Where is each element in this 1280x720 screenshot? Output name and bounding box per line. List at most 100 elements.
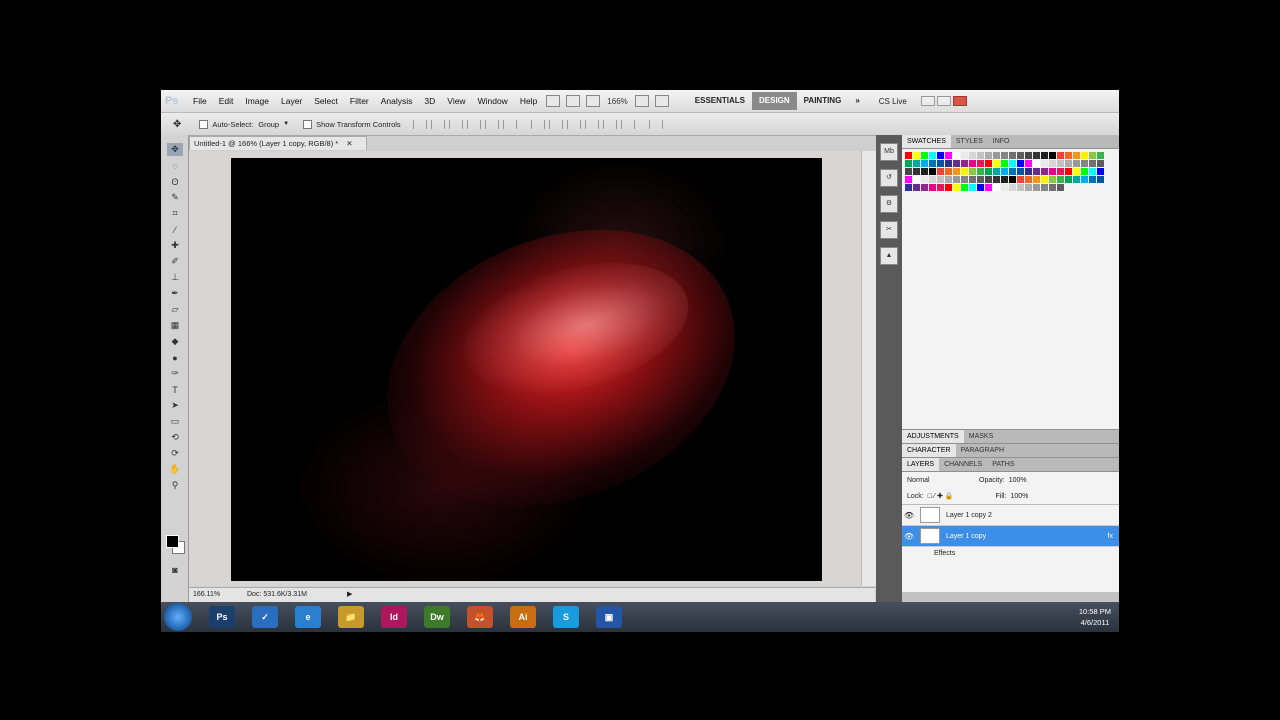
swatch-cell[interactable] [937,152,944,159]
lasso-tool-icon[interactable]: ʘ [167,175,183,188]
foreground-color-swatch[interactable] [166,535,179,548]
menu-layer[interactable]: Layer [275,90,308,112]
swatch-cell[interactable] [1065,160,1072,167]
pen-tool-icon[interactable]: ✑ [167,367,183,380]
eraser-tool-icon[interactable]: ▱ [167,303,183,316]
swatch-cell[interactable] [1025,152,1032,159]
status-zoom[interactable]: 166.11% [193,588,227,602]
tools-icon[interactable]: ✂ [880,221,898,239]
swatch-cell[interactable] [969,152,976,159]
menu-file[interactable]: File [187,90,213,112]
taskbar-illustrator[interactable]: Ai [510,606,536,628]
swatch-cell[interactable] [905,168,912,175]
swatch-grid[interactable] [905,152,1109,192]
swatch-cell[interactable] [953,160,960,167]
swatch-cell[interactable] [1057,168,1064,175]
history-brush-icon[interactable]: ✒ [167,287,183,300]
screen-mode-icon[interactable] [654,95,669,107]
swatch-cell[interactable] [937,176,944,183]
swatch-cell[interactable] [1025,184,1032,191]
layer-row-selected[interactable]: 👁 Layer 1 copy fx [902,526,1119,547]
swatch-cell[interactable] [1049,168,1056,175]
swatch-cell[interactable] [985,176,992,183]
swatch-cell[interactable] [961,152,968,159]
swatch-cell[interactable] [1049,152,1056,159]
dodge-tool-icon[interactable]: ● [167,351,183,364]
swatch-cell[interactable] [929,168,936,175]
swatch-cell[interactable] [993,168,1000,175]
minibridge-icon[interactable] [566,95,581,107]
swatch-cell[interactable] [1057,152,1064,159]
image-canvas[interactable] [231,158,822,581]
swatch-cell[interactable] [1073,152,1080,159]
clone-source-icon[interactable]: ▲ [880,247,898,265]
swatch-cell[interactable] [945,184,952,191]
swatch-cell[interactable] [1025,160,1032,167]
cs-live-button[interactable]: CS Live [879,97,907,106]
menu-analysis[interactable]: Analysis [375,90,419,112]
vertical-scrollbar[interactable] [861,151,876,586]
workspace-design[interactable]: DESIGN [752,92,797,110]
swatch-cell[interactable] [1041,152,1048,159]
swatch-cell[interactable] [1065,168,1072,175]
swatch-cell[interactable] [1009,160,1016,167]
swatch-cell[interactable] [1081,152,1088,159]
brush-tool-icon[interactable]: ✐ [167,255,183,268]
swatch-cell[interactable] [1033,160,1040,167]
menu-view[interactable]: View [441,90,471,112]
swatch-cell[interactable] [1081,168,1088,175]
swatch-cell[interactable] [969,168,976,175]
gradient-tool-icon[interactable]: ▦ [167,319,183,332]
swatch-cell[interactable] [921,176,928,183]
swatch-cell[interactable] [1049,176,1056,183]
swatch-cell[interactable] [1041,168,1048,175]
move-tool-icon[interactable]: ✥ [173,119,181,130]
fill-value[interactable]: 100% [1010,493,1028,500]
swatch-cell[interactable] [993,152,1000,159]
workspace-painting[interactable]: PAINTING [797,92,849,110]
swatch-cell[interactable] [921,184,928,191]
menu-3d[interactable]: 3D [418,90,441,112]
swatch-cell[interactable] [1049,184,1056,191]
auto-select-checkbox[interactable] [199,119,209,129]
zoom-tool-icon[interactable]: ⚲ [167,479,183,492]
hand-tool-icon[interactable]: ✋ [167,463,183,476]
swatch-cell[interactable] [945,160,952,167]
swatch-cell[interactable] [1009,184,1016,191]
swatch-cell[interactable] [1001,160,1008,167]
eye-icon[interactable]: 👁 [902,511,916,520]
swatch-cell[interactable] [945,176,952,183]
swatch-cell[interactable] [969,160,976,167]
swatch-cell[interactable] [1033,152,1040,159]
tab-paths[interactable]: PATHS [987,458,1019,471]
swatch-cell[interactable] [1001,168,1008,175]
taskbar-dreamweaver[interactable]: Dw [424,606,450,628]
swatch-cell[interactable] [961,168,968,175]
mini-bridge-icon[interactable]: Mb [880,143,898,161]
effects-row[interactable]: Effects [902,547,1119,561]
swatch-cell[interactable] [1041,160,1048,167]
history-icon[interactable]: ↺ [880,169,898,187]
3d-orbit-icon[interactable]: ⟳ [167,447,183,460]
menu-select[interactable]: Select [308,90,344,112]
swatch-cell[interactable] [985,160,992,167]
menu-image[interactable]: Image [239,90,275,112]
swatch-cell[interactable] [1065,152,1072,159]
swatch-cell[interactable] [1017,152,1024,159]
swatch-cell[interactable] [1017,168,1024,175]
swatch-cell[interactable] [1081,160,1088,167]
swatch-cell[interactable] [1033,168,1040,175]
swatch-cell[interactable] [905,160,912,167]
blend-mode-dropdown[interactable]: Normal [907,477,967,484]
swatch-cell[interactable] [1089,176,1096,183]
swatch-cell[interactable] [913,168,920,175]
swatch-cell[interactable] [1097,168,1104,175]
tab-info[interactable]: INFO [988,135,1015,148]
swatch-cell[interactable] [913,176,920,183]
bridge-icon[interactable] [546,95,561,107]
stamp-tool-icon[interactable]: ⊥ [167,271,183,284]
taskbar-skype[interactable]: S [553,606,579,628]
close-tab-icon[interactable]: ✕ [346,139,352,148]
auto-select-dropdown[interactable]: Group [258,120,279,129]
swatch-cell[interactable] [1001,152,1008,159]
